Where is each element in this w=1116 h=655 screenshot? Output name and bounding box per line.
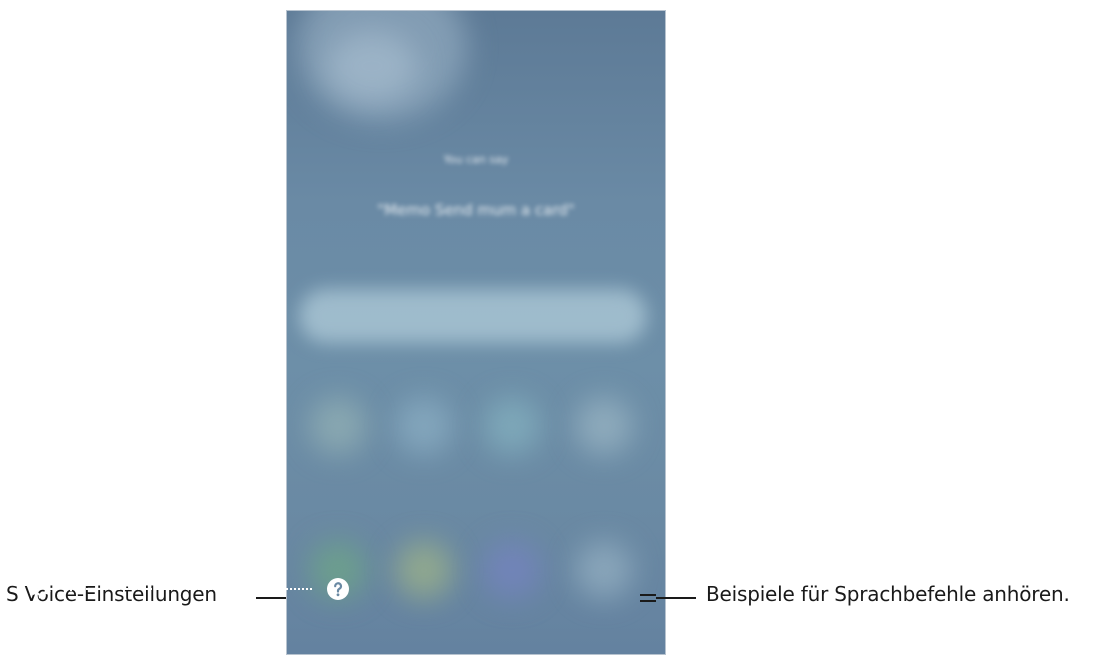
- voice-waveform: [66, 587, 312, 591]
- callout-leader-right-tick-bottom: [640, 600, 656, 602]
- hint-title: You can say: [443, 153, 509, 166]
- callout-leader-right-tick-top: [640, 594, 656, 596]
- blurred-app-icon: [309, 397, 367, 455]
- blurred-dock-icon: [395, 541, 453, 599]
- blurred-dock-icon: [575, 541, 633, 599]
- blurred-search-bar: [299, 289, 647, 343]
- blurred-shape: [327, 31, 417, 101]
- blurred-app-icon: [395, 397, 453, 455]
- blurred-app-icon: [483, 397, 541, 455]
- gear-icon[interactable]: [28, 577, 54, 603]
- callout-leader-right: [656, 597, 696, 599]
- help-icon[interactable]: [326, 577, 350, 601]
- hint-example: "Memo Send mum a card": [377, 201, 575, 219]
- blurred-dock-icon: [483, 541, 541, 599]
- phone-screen: You can say "Memo Send mum a card": [286, 10, 666, 655]
- callout-voice-command-examples-label: Beispiele für Sprachbefehle anhören.: [706, 582, 1070, 606]
- blurred-app-icon: [575, 397, 633, 455]
